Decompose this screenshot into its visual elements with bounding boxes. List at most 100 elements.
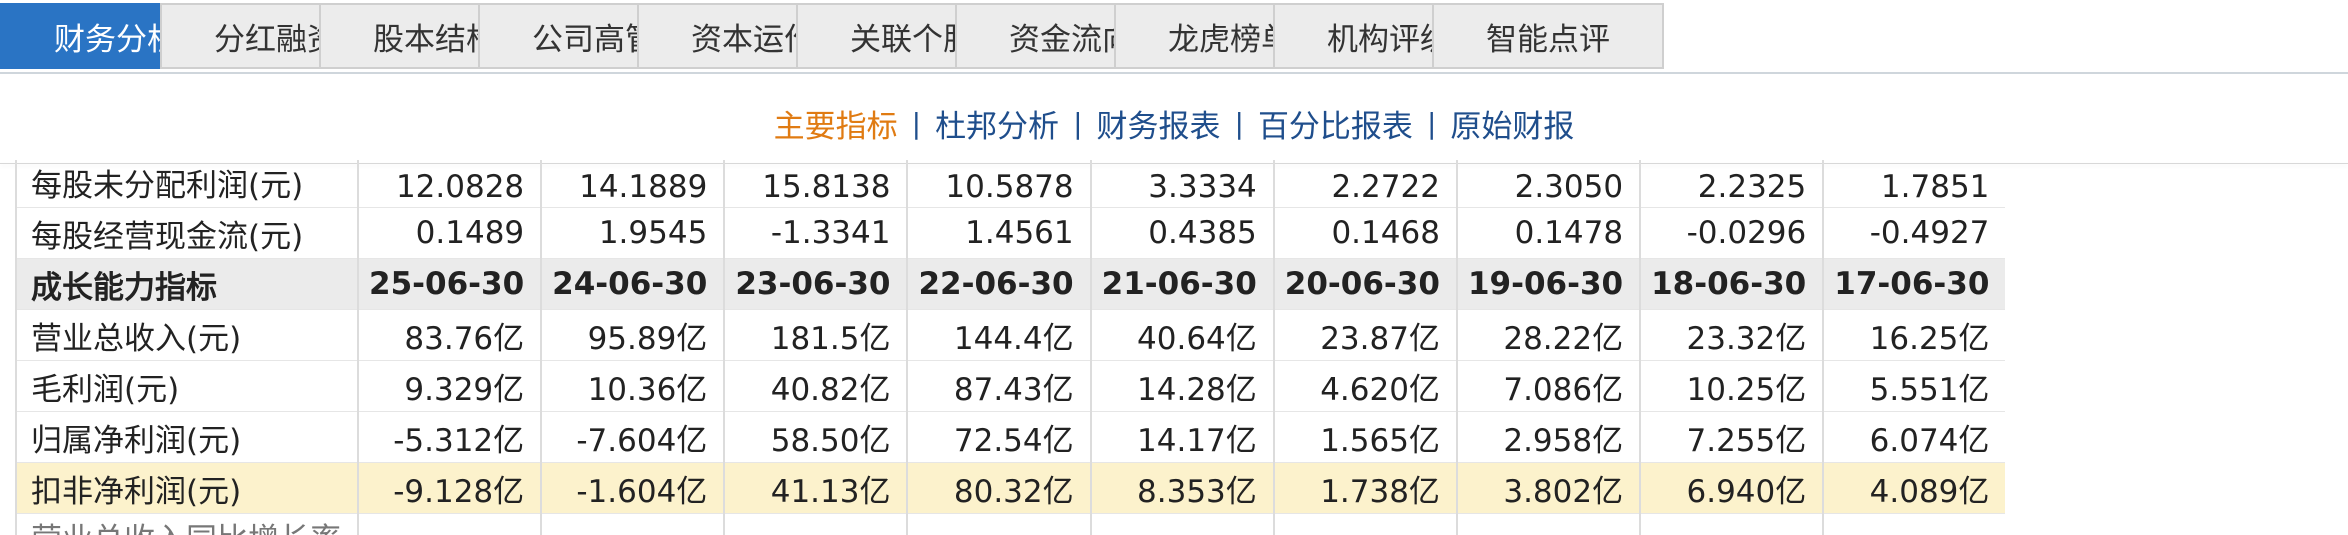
value-cell: 2.958亿 (1455, 411, 1641, 463)
value-cell: 23.87亿 (1272, 309, 1457, 361)
subnav-original-reports[interactable]: 原始财报 (1442, 101, 1582, 146)
value-cell: -0.0296 (1639, 207, 1824, 259)
value-cell: 6.074亿 (1822, 411, 2006, 463)
value-cell: -1.3341 (723, 207, 908, 259)
subnav-financial-statements[interactable]: 财务报表 (1089, 101, 1229, 146)
value-cell: 1.565亿 (1272, 411, 1457, 463)
value-cell: 5.551亿 (1822, 360, 2006, 412)
table-row: 扣非净利润(元) -9.128亿 -1.604亿 41.13亿 80.32亿 8.353亿… (15, 462, 2006, 514)
value-cell: 28.22亿 (1455, 309, 1641, 361)
row-label: 营业总收入(元) (15, 309, 358, 361)
value-cell: 12.0828 (356, 160, 542, 208)
value-cell (356, 513, 542, 535)
value-cell: 7.255亿 (1639, 411, 1824, 463)
value-cell: 9.329亿 (356, 360, 542, 412)
table-row: 营业总收入同比增长率 (15, 513, 2006, 535)
value-cell: 4.620亿 (1272, 360, 1457, 412)
table-row: 每股未分配利润(元) 12.0828 14.1889 15.8138 10.5878 3.… (15, 160, 2006, 208)
period-date-cell: 21-06-30 (1089, 258, 1274, 310)
value-cell: 3.802亿 (1455, 462, 1641, 514)
period-date-cell: 17-06-30 (1822, 258, 2006, 310)
value-cell: 83.76亿 (356, 309, 542, 361)
table-row: 归属净利润(元) -5.312亿 -7.604亿 58.50亿 72.54亿 14.17亿… (15, 411, 2006, 463)
row-label: 每股经营现金流(元) (15, 207, 358, 259)
value-cell: 7.086亿 (1455, 360, 1641, 412)
value-cell: 1.4561 (906, 207, 1091, 259)
period-date-cell: 18-06-30 (1639, 258, 1824, 310)
value-cell: 15.8138 (723, 160, 908, 208)
financial-table-container[interactable]: 每股未分配利润(元) 12.0828 14.1889 15.8138 10.5878 3.… (0, 160, 2348, 535)
table-row: 每股经营现金流(元) 0.1489 1.9545 -1.3341 1.4561 0.438… (15, 207, 2006, 259)
table-row: 营业总收入(元) 83.76亿 95.89亿 181.5亿 144.4亿 40.64亿 23… (15, 309, 2006, 361)
subnav-separator: | (1426, 106, 1437, 140)
subnav-separator: | (1234, 106, 1244, 140)
value-cell: 14.1889 (540, 160, 725, 208)
value-cell: 144.4亿 (906, 309, 1091, 361)
value-cell: 10.5878 (906, 160, 1091, 208)
value-cell: 14.28亿 (1089, 360, 1274, 412)
row-label: 成长能力指标 (15, 258, 358, 310)
value-cell: -5.312亿 (356, 411, 542, 463)
value-cell: 40.64亿 (1089, 309, 1274, 361)
value-cell: 0.1478 (1455, 207, 1641, 259)
value-cell: 6.940亿 (1639, 462, 1824, 514)
subnav-percentage-statements[interactable]: 百分比报表 (1250, 101, 1421, 146)
value-cell (906, 513, 1091, 535)
period-date-cell: 19-06-30 (1455, 258, 1641, 310)
top-tab-bar: 财务分析 分红融资 股本结构 公司高管 资本运作 关联个股 资金流向 龙虎榜单 … (0, 0, 2348, 74)
table-row: 毛利润(元) 9.329亿 10.36亿 40.82亿 87.43亿 14.28亿 4.62… (15, 360, 2006, 412)
value-cell: 87.43亿 (906, 360, 1091, 412)
row-label: 每股未分配利润(元) (15, 160, 358, 208)
value-cell: 1.738亿 (1272, 462, 1457, 514)
row-label: 毛利润(元) (15, 360, 358, 412)
value-cell: -9.128亿 (356, 462, 542, 514)
period-date-cell: 22-06-30 (906, 258, 1091, 310)
value-cell: 2.3050 (1455, 160, 1641, 208)
value-cell: 10.36亿 (540, 360, 725, 412)
value-cell (723, 513, 908, 535)
value-cell (1639, 513, 1824, 535)
value-cell: 1.9545 (540, 207, 725, 259)
value-cell: 72.54亿 (906, 411, 1091, 463)
sub-navigation: 主要指标 | 杜邦分析 | 财务报表 | 百分比报表 | 原始财报 (0, 83, 2348, 163)
value-cell: 10.25亿 (1639, 360, 1824, 412)
period-date-cell: 20-06-30 (1272, 258, 1457, 310)
value-cell (1089, 513, 1274, 535)
value-cell: 14.17亿 (1089, 411, 1274, 463)
value-cell: 41.13亿 (723, 462, 908, 514)
value-cell (1822, 513, 2006, 535)
value-cell: -1.604亿 (540, 462, 725, 514)
period-date-cell: 25-06-30 (356, 258, 542, 310)
subnav-main-indicators[interactable]: 主要指标 (766, 101, 906, 146)
value-cell: 4.089亿 (1822, 462, 2006, 514)
value-cell: -0.4927 (1822, 207, 2006, 259)
subnav-dupont-analysis[interactable]: 杜邦分析 (927, 101, 1067, 146)
value-cell: 181.5亿 (723, 309, 908, 361)
value-cell: 23.32亿 (1639, 309, 1824, 361)
period-date-cell: 24-06-30 (540, 258, 725, 310)
value-cell: 40.82亿 (723, 360, 908, 412)
row-label: 营业总收入同比增长率 (15, 513, 358, 535)
row-label: 扣非净利润(元) (15, 462, 358, 514)
subnav-separator: | (1073, 106, 1083, 140)
tab-smart-review[interactable]: 智能点评 (1432, 3, 1664, 69)
row-label: 归属净利润(元) (15, 411, 358, 463)
financial-indicators-table: 每股未分配利润(元) 12.0828 14.1889 15.8138 10.5878 3.… (15, 160, 2006, 535)
value-cell: 16.25亿 (1822, 309, 2006, 361)
value-cell: 80.32亿 (906, 462, 1091, 514)
value-cell: 2.2722 (1272, 160, 1457, 208)
value-cell: 3.3334 (1089, 160, 1274, 208)
value-cell: 2.2325 (1639, 160, 1824, 208)
value-cell: 0.1489 (356, 207, 542, 259)
section-header-row: 成长能力指标 25-06-30 24-06-30 23-06-30 22-06-30 21… (15, 258, 2006, 310)
value-cell: 58.50亿 (723, 411, 908, 463)
value-cell (1455, 513, 1641, 535)
value-cell: 0.1468 (1272, 207, 1457, 259)
value-cell: 8.353亿 (1089, 462, 1274, 514)
value-cell: 1.7851 (1822, 160, 2006, 208)
subnav-separator: | (911, 106, 922, 140)
value-cell: -7.604亿 (540, 411, 725, 463)
value-cell: 95.89亿 (540, 309, 725, 361)
value-cell (540, 513, 725, 535)
value-cell: 0.4385 (1089, 207, 1274, 259)
